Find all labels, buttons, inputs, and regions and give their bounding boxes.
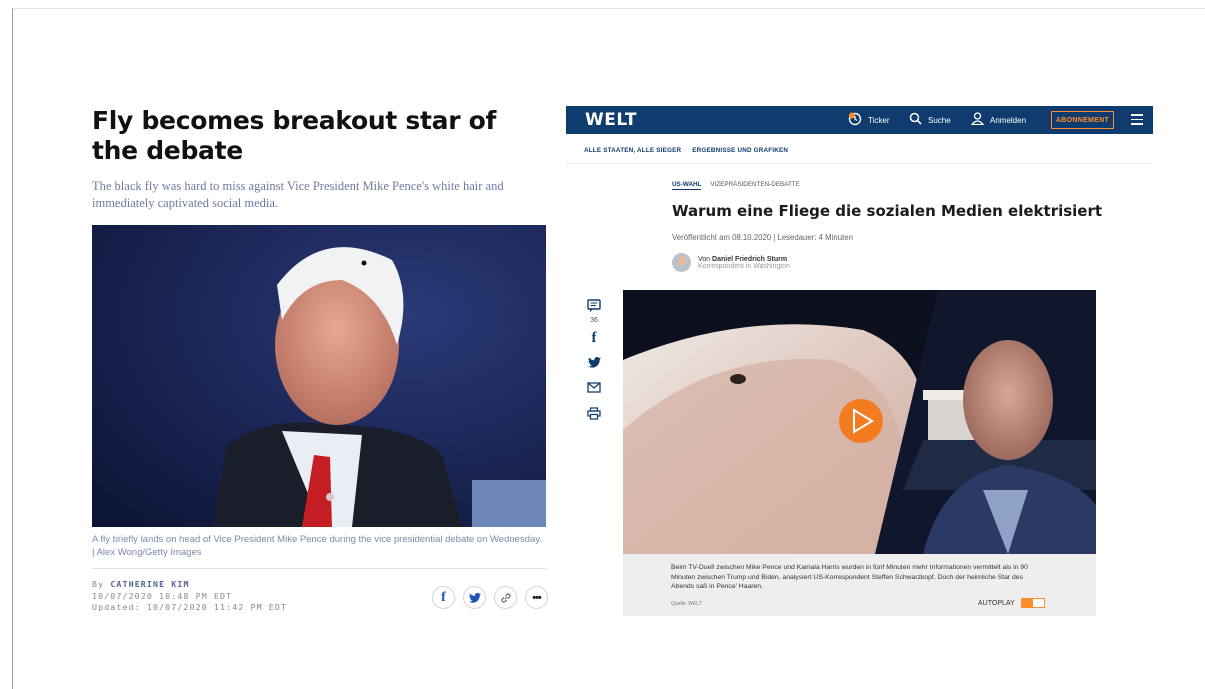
facebook-icon[interactable]: f [592,331,597,346]
twitter-icon[interactable] [587,357,601,370]
photo-caption: A fly briefly lands on head of Vice Pres… [92,534,542,558]
top-nav-bar: WELT Ticker Suche Anmelden ABONNEMENT [566,106,1153,134]
ticker-label: Ticker [868,115,890,125]
hero-photo [92,225,546,527]
video-player[interactable] [623,290,1096,554]
autoplay-toggle[interactable] [1020,598,1045,608]
article-headline: Fly becomes breakout star of the debate [92,106,497,165]
twitter-icon[interactable] [463,586,486,609]
article-kicker: US-WAHL VIZEPRÄSIDENTEN-DEBATTE [672,181,800,190]
video-source: Quelle: WELT [671,601,702,607]
search-label: Suche [928,115,951,125]
divider [566,163,1153,164]
author-role: Korrespondent in Washington [698,262,790,270]
subnav-item-results[interactable]: ERGEBNISSE UND GRAFIKEN [692,147,788,154]
divider [92,568,546,569]
author-link[interactable]: CATHERINE KIM [110,579,189,589]
facebook-icon[interactable]: f [432,586,455,609]
video-caption-box: Beim TV-Duell zwischen Mike Pence und Ka… [623,554,1096,616]
article-meta: Veröffentlicht am 08.10.2020 | Lesedauer… [672,233,853,242]
autoplay-control: AUTOPLAY [978,598,1045,608]
subscribe-button[interactable]: ABONNEMENT [1051,111,1114,129]
ticker-link[interactable]: Ticker [848,106,889,134]
print-icon[interactable] [587,407,601,422]
welt-logo[interactable]: WELT [585,110,637,130]
article-title: Warum eine Fliege die sozialen Medien el… [672,202,1103,220]
share-buttons: f ••• [432,586,548,609]
sub-navigation: ALLE STAATEN, ALLE SIEGER ERGEBNISSE UND… [584,147,788,154]
updated-date: Updated: 10/07/2020 11:42 PM EDT [92,602,288,612]
published-date: 10/07/2020 10:48 PM EDT [92,590,233,601]
by-prefix: By [92,579,105,589]
welt-page: WELT Ticker Suche Anmelden ABONNEMENT AL… [566,106,1153,622]
author-block: Von Daniel Friedrich Sturm Korrespondent… [672,253,790,272]
kicker-primary[interactable]: US-WAHL [672,181,702,190]
comment-count: 36 [590,317,598,324]
ticker-icon [848,112,862,129]
user-icon [970,112,985,128]
more-icon[interactable]: ••• [525,586,548,609]
byline: By CATHERINE KIM 10/07/2020 10:48 PM EDT… [92,579,287,614]
menu-icon[interactable] [1131,114,1143,128]
login-label: Anmelden [990,115,1027,125]
kicker-secondary[interactable]: VIZEPRÄSIDENTEN-DEBATTE [710,181,799,190]
article-subheadline: The black fly was hard to miss against V… [92,179,504,210]
author-prefix: Von [698,255,711,263]
author-name[interactable]: Daniel Friedrich Sturm [712,256,787,263]
avatar[interactable] [672,253,691,272]
share-sidebar: 36 f [586,299,602,434]
mail-icon[interactable] [587,382,601,395]
left-article: Fly becomes breakout star of the debate … [92,106,548,612]
link-icon[interactable] [494,586,517,609]
autoplay-label: AUTOPLAY [978,599,1015,607]
subnav-item-states[interactable]: ALLE STAATEN, ALLE SIEGER [584,147,681,154]
login-link[interactable]: Anmelden [970,106,1027,134]
comment-icon[interactable] [587,299,601,315]
video-caption: Beim TV-Duell zwischen Mike Pence und Ka… [671,564,1028,590]
search-icon [909,112,922,128]
search-link[interactable]: Suche [909,106,951,134]
